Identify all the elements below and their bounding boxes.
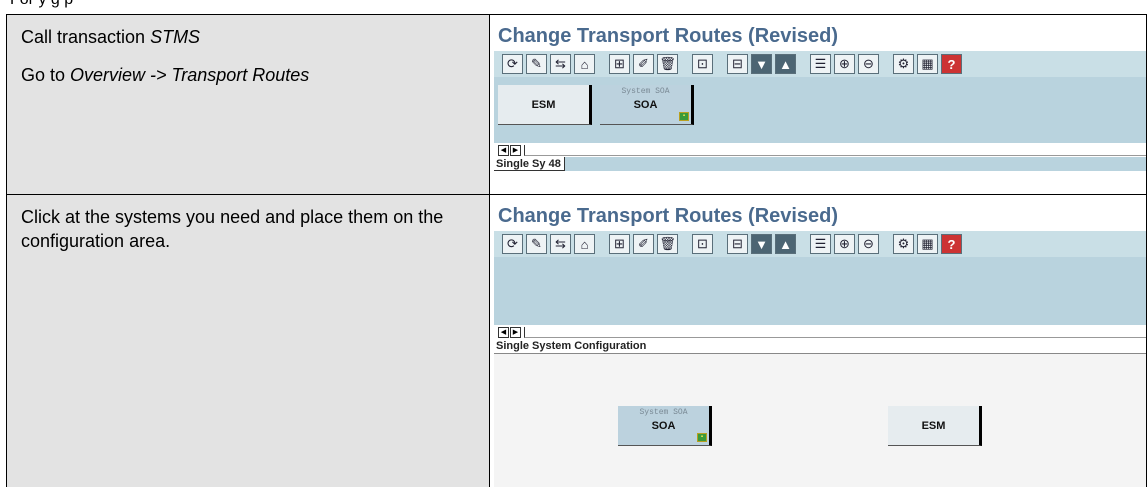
table-row: Click at the systems you need and place … (6, 194, 1147, 487)
toolbar: ⟳ ✎ ⇆ ⌂ ⊞ ✐ 🗑 ⊡ ⊟ ▼ ▲ ☰ ⊕ ⊖ ⚙ ▦? (494, 231, 1146, 257)
arrow-down-icon[interactable]: ▼ (751, 234, 772, 254)
table-icon[interactable]: ▦ (917, 54, 938, 74)
instruction-line: Go to Overview -> Transport Routes (21, 65, 310, 85)
blank-area (494, 171, 1146, 189)
edit-icon[interactable]: ✎ (526, 234, 547, 254)
table-icon[interactable]: ▦ (917, 234, 938, 254)
network-icon[interactable]: ⊞ (609, 234, 630, 254)
help-icon[interactable]: ? (941, 234, 962, 254)
zoom-in-icon[interactable]: ⊕ (834, 54, 855, 74)
horizontal-scrollbar[interactable]: ◀ ▶ (494, 325, 1146, 339)
sap-screenshot: Change Transport Routes (Revised) ⟳ ✎ ⇆ ⌂ ⊞ ✐… (494, 21, 1146, 194)
status-icon: ▪ (679, 112, 689, 121)
scroll-right-icon[interactable]: ▶ (510, 144, 521, 156)
arrow-down-icon[interactable]: ▼ (751, 54, 772, 74)
distribute-icon[interactable]: ⇆ (550, 54, 571, 74)
refresh-icon[interactable]: ⟳ (502, 54, 523, 74)
refresh-icon[interactable]: ⟳ (502, 234, 523, 254)
legend-icon[interactable]: ☰ (810, 234, 831, 254)
scroll-left-icon[interactable]: ◀ (498, 144, 509, 156)
zoom-in-icon[interactable]: ⊕ (834, 234, 855, 254)
cut-off-text: For y g p (0, 0, 1147, 14)
settings-icon[interactable]: ⚙ (893, 54, 914, 74)
system-esm-button[interactable]: ESM (498, 85, 592, 125)
system-soa-button[interactable]: System SOA SOA ▪ (600, 85, 694, 125)
zoom-out-icon[interactable]: ⊖ (858, 54, 879, 74)
scroll-track[interactable] (524, 326, 1146, 338)
pencil-icon[interactable]: ✐ (633, 234, 654, 254)
layout-icon[interactable]: ⊟ (727, 234, 748, 254)
arrow-up-icon[interactable]: ▲ (775, 54, 796, 74)
fit-icon[interactable]: ⊡ (692, 54, 713, 74)
layout-icon[interactable]: ⊟ (727, 54, 748, 74)
config-area: System SOA SOA ▪ ESM (494, 354, 1146, 487)
system-soa-button[interactable]: System SOA SOA ▪ (618, 406, 712, 446)
legend-icon[interactable]: ☰ (810, 54, 831, 74)
network-icon[interactable]: ⊞ (609, 54, 630, 74)
screen-title: Change Transport Routes (Revised) (498, 205, 839, 227)
toolbar: ⟳ ✎ ⇆ ⌂ ⊞ ✐ 🗑 ⊡ ⊟ ▼ ▲ ☰ ⊕ ⊖ ⚙ ▦? (494, 51, 1146, 77)
screenshot-cell: Change Transport Routes (Revised) ⟳ ✎ ⇆ ⌂ ⊞ ✐… (489, 14, 1147, 195)
distribute-icon[interactable]: ⇆ (550, 234, 571, 254)
sap-screenshot: Change Transport Routes (Revised) ⟳ ✎ ⇆ ⌂ ⊞ ✐… (494, 201, 1146, 487)
instruction-cell: Click at the systems you need and place … (6, 194, 490, 487)
delete-icon[interactable]: 🗑 (657, 234, 678, 254)
settings-icon[interactable]: ⚙ (893, 234, 914, 254)
import-icon[interactable]: ⌂ (574, 54, 595, 74)
screenshot-cell: Change Transport Routes (Revised) ⟳ ✎ ⇆ ⌂ ⊞ ✐… (489, 194, 1147, 487)
canvas-top (494, 257, 1146, 325)
import-icon[interactable]: ⌂ (574, 234, 595, 254)
scroll-right-icon[interactable]: ▶ (510, 326, 521, 338)
edit-icon[interactable]: ✎ (526, 54, 547, 74)
arrow-up-icon[interactable]: ▲ (775, 234, 796, 254)
table-row: Call transaction STMS Go to Overview -> … (6, 14, 1147, 195)
config-canvas: ESM System SOA SOA ▪ ◀ ▶ Single Sy 48 (494, 77, 1146, 189)
system-esm-button[interactable]: ESM (888, 406, 982, 446)
fit-icon[interactable]: ⊡ (692, 234, 713, 254)
pencil-icon[interactable]: ✐ (633, 54, 654, 74)
delete-icon[interactable]: 🗑 (657, 54, 678, 74)
instruction-line: Call transaction STMS (21, 27, 201, 47)
status-bar: Single Sy 48 (494, 157, 565, 171)
zoom-out-icon[interactable]: ⊖ (858, 234, 879, 254)
instruction-cell: Call transaction STMS Go to Overview -> … (6, 14, 490, 195)
horizontal-scrollbar[interactable]: ◀ ▶ (494, 143, 1146, 157)
config-canvas: ◀ ▶ Single System Configuration System S… (494, 257, 1146, 487)
status-icon: ▪ (697, 433, 707, 442)
scroll-left-icon[interactable]: ◀ (498, 326, 509, 338)
help-icon[interactable]: ? (941, 54, 962, 74)
instruction-line: Click at the systems you need and place … (21, 207, 444, 251)
status-bar: Single System Configuration (494, 339, 1146, 353)
instruction-table: Call transaction STMS Go to Overview -> … (6, 14, 1147, 487)
scroll-track[interactable] (524, 144, 1146, 156)
screen-title: Change Transport Routes (Revised) (498, 25, 839, 47)
